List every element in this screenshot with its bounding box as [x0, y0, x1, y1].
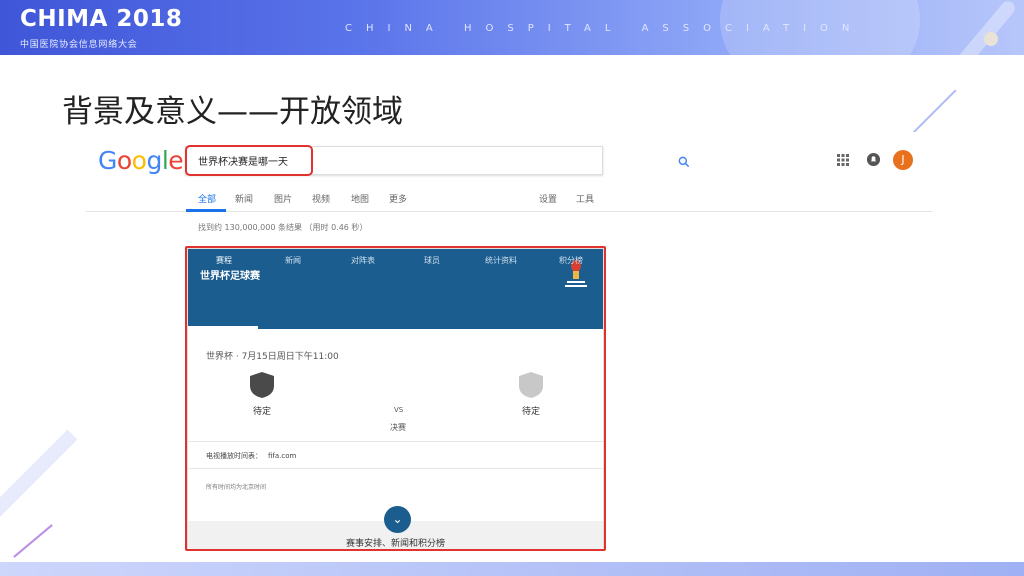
decorative-stripe	[0, 429, 78, 525]
tab-all[interactable]: 全部	[198, 192, 216, 205]
query-highlight	[185, 145, 313, 176]
tab-images[interactable]: 图片	[274, 192, 292, 205]
tab-maps[interactable]: 地图	[351, 192, 369, 205]
google-header: Google J 全部 新闻 图片 视频 地图 更多 设置 工具	[86, 132, 932, 212]
avatar[interactable]: J	[893, 150, 913, 170]
active-tab-indicator	[186, 209, 226, 212]
tab-more[interactable]: 更多	[389, 192, 407, 205]
notifications-icon[interactable]	[866, 152, 881, 167]
slide-title: 背景及意义——开放领域	[62, 94, 403, 130]
chima-logo: CHIMA 2018	[20, 6, 183, 32]
google-logo[interactable]: Google	[98, 146, 184, 175]
decorative-dot	[984, 32, 998, 46]
decorative-line	[13, 524, 53, 558]
google-search-screenshot: Google J 全部 新闻 图片 视频 地图 更多 设置 工具 找到约 130…	[86, 132, 932, 552]
settings-link[interactable]: 设置	[539, 192, 557, 205]
search-icon[interactable]	[677, 155, 691, 169]
apps-grid-icon[interactable]	[837, 154, 849, 166]
header-banner: CHIMA 2018 中国医院协会信息网络大会 CHINA HOSPITAL A…	[0, 0, 1024, 100]
association-name: CHINA HOSPITAL ASSOCIATION	[345, 23, 864, 34]
tab-news[interactable]: 新闻	[235, 192, 253, 205]
card-highlight	[185, 246, 606, 551]
slide: CHIMA 2018 中国医院协会信息网络大会 CHINA HOSPITAL A…	[0, 0, 1024, 576]
tools-link[interactable]: 工具	[576, 192, 594, 205]
footer-banner	[0, 562, 1024, 576]
tab-videos[interactable]: 视频	[312, 192, 330, 205]
result-count: 找到约 130,000,000 条结果 （用时 0.46 秒）	[198, 223, 368, 232]
chima-subtitle: 中国医院协会信息网络大会	[20, 40, 138, 50]
